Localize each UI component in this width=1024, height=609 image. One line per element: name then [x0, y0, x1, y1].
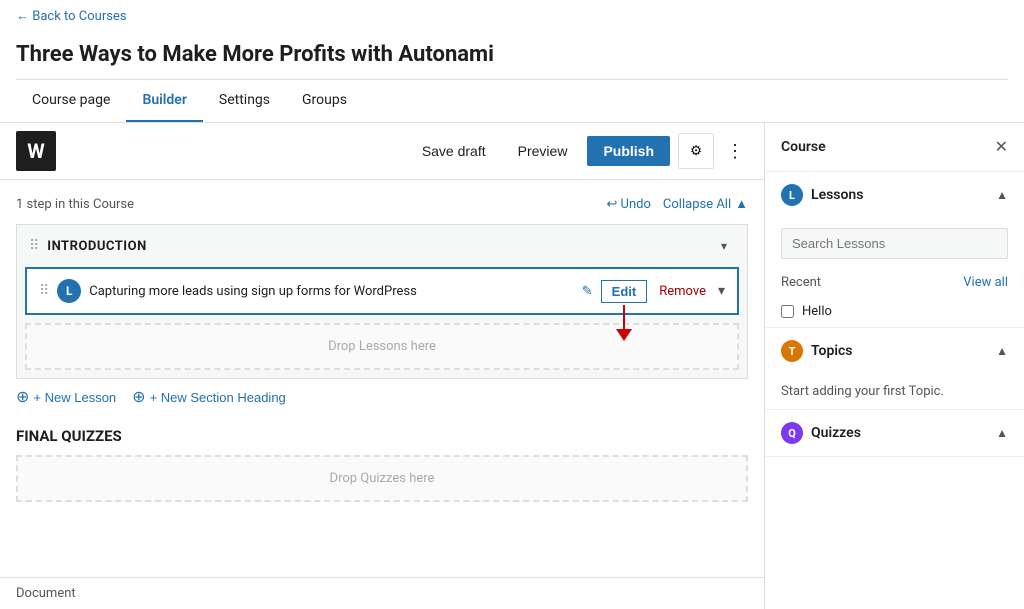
section-drag-handle[interactable]: ⠿ — [29, 238, 39, 254]
undo-button[interactable]: ↩ Undo — [606, 197, 650, 212]
topics-chevron-icon: ▲ — [996, 344, 1008, 358]
section-header: ⠿ INTRODUCTION ▾ — [17, 225, 747, 267]
step-info: 1 step in this Course ↩ Undo Collapse Al… — [16, 196, 748, 212]
lesson-title: Capturing more leads using sign up forms… — [89, 284, 574, 299]
plus-circle-icon-2: ⊕ — [132, 387, 145, 407]
introduction-section: ⠿ INTRODUCTION ▾ ⠿ L Capturing more lead… — [16, 224, 748, 379]
drop-lessons-label: Drop Lessons here — [328, 339, 436, 354]
sidebar-lessons-header[interactable]: L Lessons ▲ — [765, 172, 1024, 218]
add-buttons: ⊕ + New Lesson ⊕ + New Section Heading — [16, 387, 748, 407]
new-lesson-label: + New Lesson — [33, 390, 116, 405]
step-count: 1 step in this Course — [16, 197, 134, 212]
bottom-bar-label: Document — [16, 586, 76, 601]
builder-area: 1 step in this Course ↩ Undo Collapse Al… — [0, 180, 764, 577]
tabs-nav: Course page Builder Settings Groups — [16, 79, 1008, 122]
final-quizzes-section: FINAL QUIZZES Drop Quizzes here — [16, 427, 748, 502]
lesson-actions: Edit Remove ▾ — [601, 280, 725, 303]
gear-button[interactable]: ⚙ — [678, 133, 714, 169]
sidebar: Course ✕ L Lessons ▲ Recent View all — [764, 123, 1024, 609]
edit-wrapper: Edit — [601, 280, 648, 303]
lesson-drag-handle[interactable]: ⠿ — [39, 283, 49, 299]
lessons-chevron-icon: ▲ — [996, 188, 1008, 202]
quizzes-section-label: Quizzes — [811, 425, 996, 441]
new-lesson-button[interactable]: ⊕ + New Lesson — [16, 387, 116, 407]
chevron-up-icon: ▲ — [735, 196, 748, 212]
drop-quizzes-zone: Drop Quizzes here — [16, 455, 748, 502]
wp-logo: W — [16, 131, 56, 171]
search-lessons-container — [765, 218, 1024, 269]
sidebar-topics-header[interactable]: T Topics ▲ — [765, 328, 1024, 374]
edit-pencil-icon[interactable]: ✎ — [582, 284, 593, 299]
close-icon: ✕ — [995, 139, 1008, 156]
drop-quizzes-label: Drop Quizzes here — [330, 471, 435, 486]
topics-section-label: Topics — [811, 343, 996, 359]
recent-header: Recent View all — [765, 269, 1024, 296]
search-lessons-input[interactable] — [781, 228, 1008, 259]
tab-builder[interactable]: Builder — [126, 80, 202, 122]
sidebar-topics-section: T Topics ▲ Start adding your first Topic… — [765, 328, 1024, 410]
publish-button[interactable]: Publish — [587, 136, 670, 166]
quizzes-section-icon: Q — [781, 422, 803, 444]
lesson-expand-button[interactable]: ▾ — [718, 283, 725, 299]
collapse-all-button[interactable]: Collapse All ▲ — [663, 196, 748, 212]
topics-section-icon: T — [781, 340, 803, 362]
plus-circle-icon: ⊕ — [16, 387, 29, 407]
lesson-checkbox[interactable] — [781, 305, 794, 318]
lesson-checkbox-item: Hello — [765, 296, 1024, 327]
lesson-checkbox-label: Hello — [802, 304, 832, 319]
recent-label: Recent — [781, 275, 963, 290]
topics-empty-message: Start adding your first Topic. — [765, 374, 1024, 409]
more-options-button[interactable]: ⋮ — [722, 141, 748, 162]
wp-toolbar: W Save draft Preview Publish ⚙ ⋮ — [0, 123, 764, 180]
quizzes-chevron-icon: ▲ — [996, 426, 1008, 440]
bottom-bar: Document — [0, 577, 764, 609]
sidebar-title: Course — [781, 139, 995, 155]
tab-settings[interactable]: Settings — [203, 80, 286, 122]
lessons-section-label: Lessons — [811, 187, 996, 203]
gear-icon: ⚙ — [690, 143, 702, 159]
section-title: INTRODUCTION — [47, 239, 146, 254]
new-section-label: + New Section Heading — [150, 390, 286, 405]
new-section-heading-button[interactable]: ⊕ + New Section Heading — [132, 387, 286, 407]
preview-button[interactable]: Preview — [506, 137, 580, 165]
more-icon: ⋮ — [726, 141, 744, 161]
final-quizzes-title: FINAL QUIZZES — [16, 427, 748, 445]
section-collapse-button[interactable]: ▾ — [713, 235, 735, 257]
sidebar-lessons-section: L Lessons ▲ Recent View all Hello — [765, 172, 1024, 328]
tab-course-page[interactable]: Course page — [16, 80, 126, 122]
close-sidebar-button[interactable]: ✕ — [995, 137, 1008, 157]
sidebar-quizzes-section: Q Quizzes ▲ — [765, 410, 1024, 457]
page-title: Three Ways to Make More Profits with Aut… — [16, 32, 1008, 79]
tab-groups[interactable]: Groups — [286, 80, 363, 122]
view-all-link[interactable]: View all — [963, 275, 1008, 290]
save-draft-button[interactable]: Save draft — [410, 137, 498, 165]
sidebar-header: Course ✕ — [765, 123, 1024, 172]
edit-lesson-button[interactable]: Edit — [601, 280, 648, 303]
lesson-item: ⠿ L Capturing more leads using sign up f… — [25, 267, 739, 315]
remove-lesson-button[interactable]: Remove — [659, 284, 706, 299]
lesson-icon: L — [57, 279, 81, 303]
sidebar-quizzes-header[interactable]: Q Quizzes ▲ — [765, 410, 1024, 456]
lessons-section-icon: L — [781, 184, 803, 206]
annotation-arrow — [616, 305, 632, 341]
main-content: W Save draft Preview Publish ⚙ ⋮ 1 step … — [0, 123, 764, 609]
collapse-all-label: Collapse All — [663, 197, 731, 212]
back-to-courses-link[interactable]: ← Back to Courses — [16, 0, 127, 32]
